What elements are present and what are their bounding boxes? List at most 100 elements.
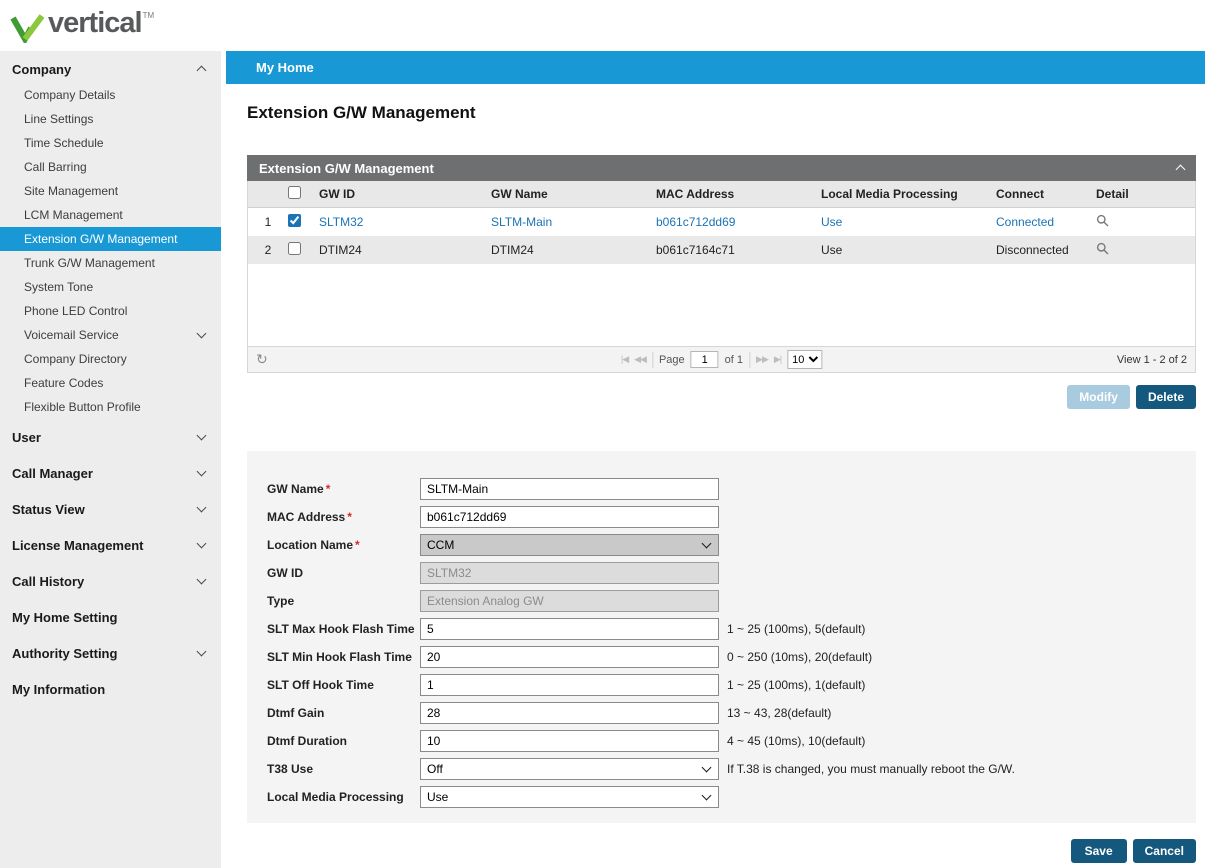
row-checkbox[interactable] — [288, 242, 301, 255]
chevron-down-icon — [196, 328, 207, 339]
topbar-my-home[interactable]: My Home — [256, 60, 314, 75]
location-name-select-wrap: CCM — [420, 534, 719, 556]
sidebar-section-company[interactable]: Company — [0, 55, 221, 83]
sidebar-item-time-schedule[interactable]: Time Schedule — [0, 131, 221, 155]
mac-address-cell[interactable]: b061c7164c71 — [656, 243, 821, 257]
field-label: GW ID — [267, 566, 303, 580]
t38-use-select[interactable]: Off — [420, 758, 719, 780]
pager-prev-icon[interactable]: ◀◀ — [634, 354, 647, 365]
column-mac-address[interactable]: MAC Address — [656, 187, 821, 201]
gw-name-cell[interactable]: DTIM24 — [491, 243, 656, 257]
gw-detail-form: GW Name* MAC Address* Location Name* CCM… — [247, 451, 1196, 823]
gw-name-input[interactable] — [420, 478, 719, 500]
required-asterisk: * — [355, 538, 360, 552]
field-hint: 1 ~ 25 (100ms), 5(default) — [727, 622, 866, 636]
form-row-location-name: Location Name * CCM — [267, 531, 1196, 559]
magnifier-detail-icon[interactable] — [1096, 242, 1109, 258]
form-row-t38-use: T38 Use Off If T.38 is changed, you must… — [267, 755, 1196, 783]
gw-table: GW ID GW Name MAC Address Local Media Pr… — [247, 181, 1196, 373]
dtmf-gain-input[interactable] — [420, 702, 719, 724]
delete-button[interactable]: Delete — [1135, 385, 1196, 409]
field-hint: If T.38 is changed, you must manually re… — [727, 762, 1015, 776]
local-media-cell[interactable]: Use — [821, 243, 996, 257]
pager-last-icon[interactable]: ▶| — [774, 354, 782, 365]
slt-min-hook-flash-time-input[interactable] — [420, 646, 719, 668]
connect-status[interactable]: Disconnected — [996, 243, 1096, 257]
dtmf-duration-input[interactable] — [420, 730, 719, 752]
sidebar-section-my-home-setting[interactable]: My Home Setting — [0, 599, 221, 635]
sidebar-item-site-management[interactable]: Site Management — [0, 179, 221, 203]
gw-id-input — [420, 562, 719, 584]
sidebar-item-company-directory[interactable]: Company Directory — [0, 347, 221, 371]
chevron-down-icon — [196, 466, 207, 477]
page-size-select[interactable]: 10 — [787, 350, 823, 369]
sidebar-item-feature-codes[interactable]: Feature Codes — [0, 371, 221, 395]
column-local-media-processing[interactable]: Local Media Processing — [821, 187, 996, 201]
gw-name-cell[interactable]: SLTM-Main — [491, 215, 656, 229]
table-row[interactable]: 2 DTIM24 DTIM24 b061c7164c71 Use Disconn… — [248, 236, 1195, 264]
topbar: My Home — [226, 51, 1205, 84]
sidebar-item-extension-gw-management[interactable]: Extension G/W Management — [0, 227, 221, 251]
column-gw-id[interactable]: GW ID — [319, 187, 491, 201]
row-checkbox[interactable] — [288, 214, 301, 227]
column-gw-name[interactable]: GW Name — [491, 187, 656, 201]
sidebar: Company Company Details Line Settings Ti… — [0, 51, 221, 868]
field-hint: 13 ~ 43, 28(default) — [727, 706, 832, 720]
sidebar-section-user[interactable]: User — [0, 419, 221, 455]
logo-tm: TM — [142, 10, 155, 20]
select-all-checkbox[interactable] — [288, 186, 301, 199]
table-row[interactable]: 1 SLTM32 SLTM-Main b061c712dd69 Use Conn… — [248, 208, 1195, 236]
mac-address-input[interactable] — [420, 506, 719, 528]
sidebar-section-my-information[interactable]: My Information — [0, 671, 221, 707]
gw-id-cell[interactable]: DTIM24 — [319, 243, 491, 257]
page-number-input[interactable] — [690, 351, 719, 368]
sidebar-item-trunk-gw-management[interactable]: Trunk G/W Management — [0, 251, 221, 275]
sidebar-item-company-details[interactable]: Company Details — [0, 83, 221, 107]
sidebar-item-call-barring[interactable]: Call Barring — [0, 155, 221, 179]
column-connect[interactable]: Connect — [996, 187, 1096, 201]
mac-address-cell[interactable]: b061c712dd69 — [656, 215, 821, 229]
sidebar-section-authority-setting[interactable]: Authority Setting — [0, 635, 221, 671]
sidebar-section-label: Company — [12, 61, 72, 77]
sidebar-item-phone-led-control[interactable]: Phone LED Control — [0, 299, 221, 323]
magnifier-detail-icon[interactable] — [1096, 214, 1109, 230]
pager-next-icon[interactable]: ▶▶ — [756, 354, 769, 365]
logo-check-icon — [10, 13, 45, 43]
form-row-dtmf-duration: Dtmf Duration 4 ~ 45 (10ms), 10(default) — [267, 727, 1196, 755]
local-media-processing-select[interactable]: Use — [420, 786, 719, 808]
sidebar-item-system-tone[interactable]: System Tone — [0, 275, 221, 299]
sidebar-section-license-management[interactable]: License Management — [0, 527, 221, 563]
form-row-slt-min-hook-flash-time: SLT Min Hook Flash Time 0 ~ 250 (10ms), … — [267, 643, 1196, 671]
form-row-local-media-processing: Local Media Processing Use — [267, 783, 1196, 811]
pager-first-icon[interactable]: |◀ — [621, 354, 629, 365]
panel-title: Extension G/W Management — [259, 160, 434, 176]
save-button[interactable]: Save — [1070, 839, 1127, 863]
logo-text: vertical — [48, 6, 143, 39]
column-detail[interactable]: Detail — [1096, 187, 1195, 201]
connect-status[interactable]: Connected — [996, 215, 1096, 229]
sidebar-item-flexible-button-profile[interactable]: Flexible Button Profile — [0, 395, 221, 419]
slt-off-hook-time-input[interactable] — [420, 674, 719, 696]
row-number: 2 — [264, 243, 272, 257]
collapse-chevron-icon[interactable] — [1175, 164, 1186, 175]
sidebar-section-call-manager[interactable]: Call Manager — [0, 455, 221, 491]
sidebar-item-lcm-management[interactable]: LCM Management — [0, 203, 221, 227]
slt-max-hook-flash-time-input[interactable] — [420, 618, 719, 640]
extension-gw-panel: Extension G/W Management GW ID GW Name M… — [247, 155, 1196, 373]
cancel-button[interactable]: Cancel — [1132, 839, 1196, 863]
sidebar-section-call-history[interactable]: Call History — [0, 563, 221, 599]
view-range-label: View 1 - 2 of 2 — [1116, 353, 1187, 366]
refresh-icon[interactable]: ↻ — [256, 351, 268, 368]
sidebar-section-status-view[interactable]: Status View — [0, 491, 221, 527]
field-label: SLT Off Hook Time — [267, 678, 374, 692]
app-header: vertical TM — [0, 0, 1205, 51]
sidebar-item-voicemail-service[interactable]: Voicemail Service — [0, 323, 221, 347]
field-hint: 0 ~ 250 (10ms), 20(default) — [727, 650, 873, 664]
gw-id-link[interactable]: SLTM32 — [319, 215, 491, 229]
modify-button[interactable]: Modify — [1067, 385, 1130, 409]
local-media-cell[interactable]: Use — [821, 215, 996, 229]
location-name-select[interactable]: CCM — [420, 534, 719, 556]
field-label: Dtmf Gain — [267, 706, 325, 720]
sidebar-item-line-settings[interactable]: Line Settings — [0, 107, 221, 131]
table-empty-space — [248, 264, 1195, 346]
